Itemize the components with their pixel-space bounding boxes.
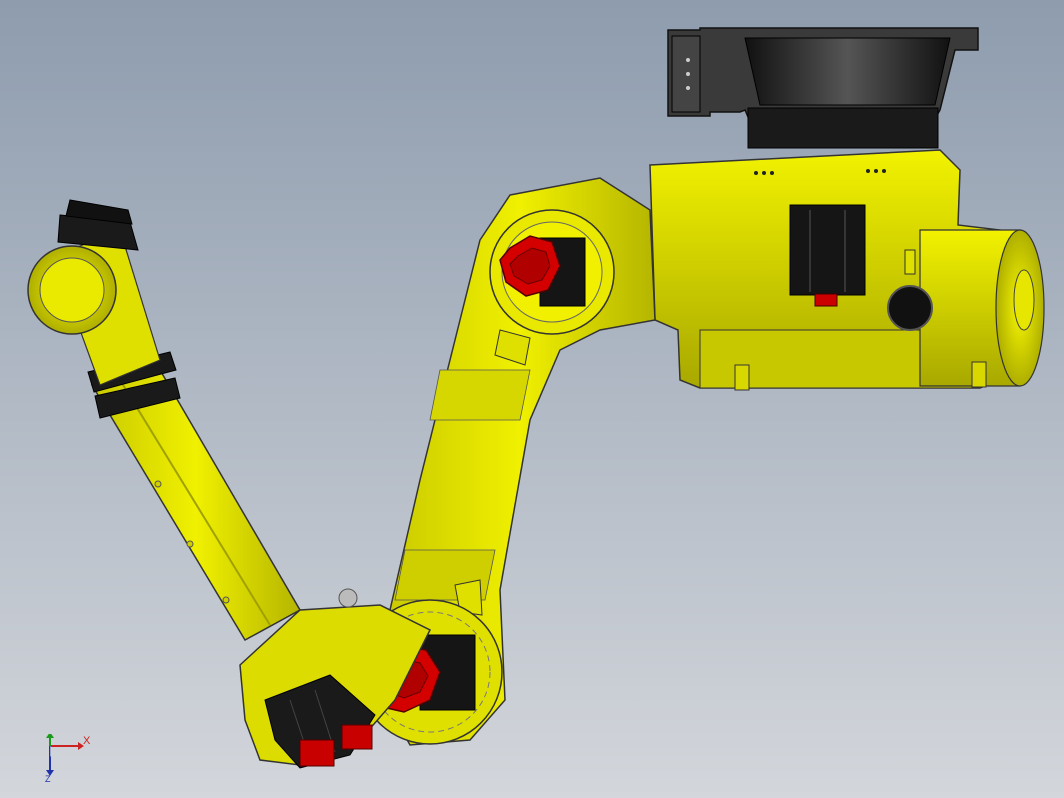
graphics-viewport[interactable]: X Z [0,0,1064,798]
coordinate-triad: X Z [38,732,98,786]
forearm-tube[interactable] [87,351,302,642]
wrist-assembly[interactable] [27,199,161,386]
triad-x-label: X [83,735,91,747]
triad-z-label: Z [45,774,51,784]
robot-arm-model[interactable] [0,0,1064,798]
turret-body[interactable] [649,149,1045,391]
base-mount[interactable] [667,27,979,149]
